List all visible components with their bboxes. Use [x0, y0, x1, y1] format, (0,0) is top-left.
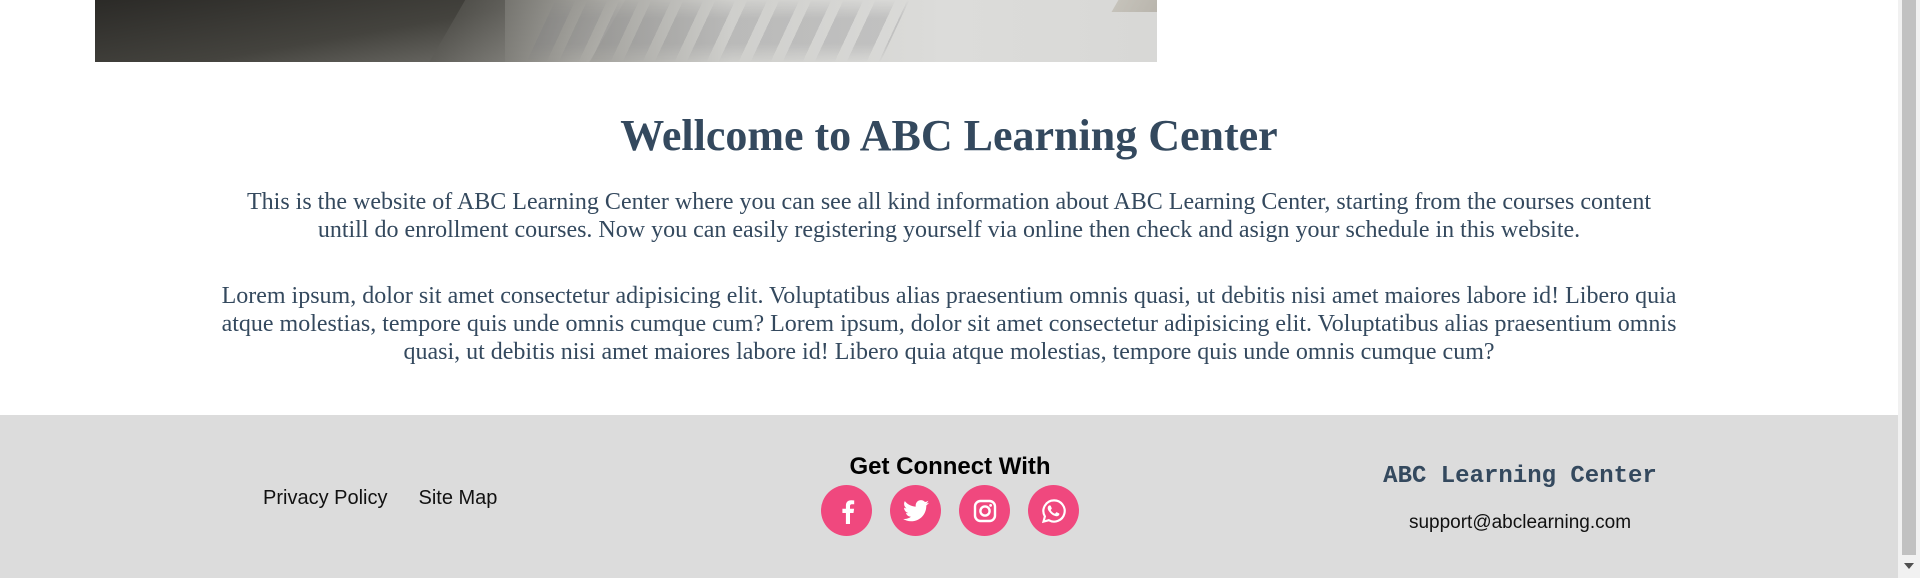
scroll-down-arrow-icon[interactable]: [1904, 563, 1914, 569]
facebook-button[interactable]: [821, 485, 872, 536]
social-icons: [810, 485, 1090, 536]
whatsapp-button[interactable]: [1028, 485, 1079, 536]
footer-links: Privacy Policy Site Map: [263, 487, 497, 510]
brand-name: ABC Learning Center: [1383, 463, 1657, 490]
instagram-button[interactable]: [959, 485, 1010, 536]
page: Wellcome to ABC Learning Center This is …: [0, 0, 1898, 578]
page-title: Wellcome to ABC Learning Center: [620, 111, 1278, 160]
footer-brand: ABC Learning Center support@abclearning.…: [1330, 463, 1710, 534]
site-map-link[interactable]: Site Map: [418, 487, 497, 510]
twitter-icon: [902, 499, 929, 521]
hero-image: [95, 0, 1157, 62]
facebook-icon: [841, 499, 854, 524]
privacy-policy-link[interactable]: Privacy Policy: [263, 487, 387, 510]
instagram-icon: [973, 499, 996, 522]
scrollbar-thumb[interactable]: [1902, 0, 1916, 555]
whatsapp-icon: [1041, 498, 1066, 523]
social-connect: Get Connect With: [810, 453, 1090, 536]
connect-heading: Get Connect With: [849, 453, 1051, 480]
intro-paragraph: This is the website of ABC Learning Cent…: [246, 189, 1652, 243]
welcome-section: Wellcome to ABC Learning Center This is …: [0, 62, 1898, 415]
support-email[interactable]: support@abclearning.com: [1330, 512, 1710, 534]
vertical-scrollbar[interactable]: [1898, 0, 1920, 578]
lorem-paragraph: Lorem ipsum, dolor sit amet consectetur …: [221, 283, 1677, 365]
site-footer: Privacy Policy Site Map Get Connect With: [0, 415, 1898, 578]
twitter-button[interactable]: [890, 485, 941, 536]
